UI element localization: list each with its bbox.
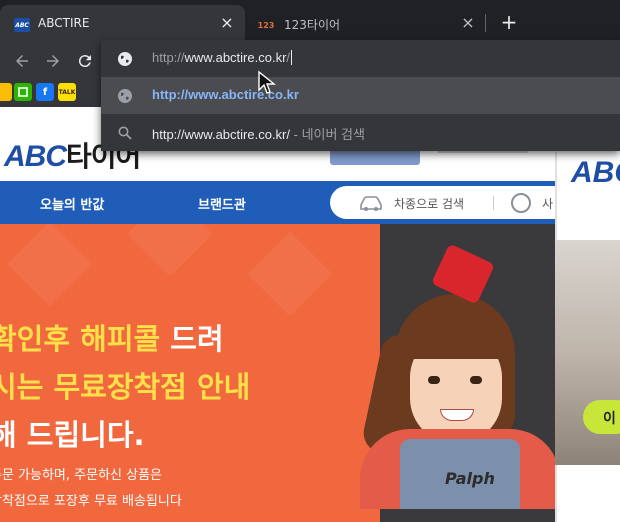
tab-123tire[interactable]: 123 123타이어 ×: [246, 5, 486, 44]
banner-small-1: 주문 가능하며, 주문하신 상품은: [0, 468, 163, 483]
tab-title: ABCTIRE: [38, 16, 90, 30]
suggestion-search[interactable]: http://www.abctire.co.kr/ - 네이버 검색: [101, 114, 620, 151]
banner-pattern: [127, 224, 213, 277]
model-eye: [470, 376, 482, 384]
nav-half-price[interactable]: 오늘의 반값: [40, 194, 104, 213]
123tire-favicon: 123: [257, 20, 275, 30]
tab-strip: ABC ABCTIRE × 123 123타이어 × +: [0, 0, 620, 44]
search-by-size-link[interactable]: 사: [542, 195, 553, 212]
reload-button[interactable]: [73, 49, 97, 73]
bookmark-facebook-icon[interactable]: f: [36, 83, 54, 101]
promo-banner[interactable]: 확인후 해피콜 드려 시는 무료장착점 안내 해 드립니다. 주문 가능하며, …: [0, 224, 555, 522]
model-eye: [428, 376, 440, 384]
side-popup-panel: ABC 이: [555, 152, 620, 522]
back-arrow-icon: [16, 55, 28, 67]
suggestion-url[interactable]: http://www.abctire.co.kr: [101, 77, 620, 114]
search-icon: [118, 126, 132, 140]
mouse-cursor-icon: [258, 70, 276, 94]
omnibox-dropdown: http://www.abctire.co.kr/ http://www.abc…: [101, 40, 620, 151]
bookmarks-bar: f TALK: [0, 77, 101, 107]
banner-pattern: [7, 224, 93, 307]
suggestion-search-text: http://www.abctire.co.kr/ - 네이버 검색: [152, 127, 365, 142]
abctire-favicon: ABC: [14, 18, 30, 32]
close-tab-icon[interactable]: ×: [219, 15, 235, 31]
reload-icon: [78, 55, 91, 68]
tab-divider: [485, 14, 486, 32]
bookmark-icon[interactable]: [0, 83, 12, 101]
forward-arrow-icon: [47, 55, 59, 67]
address-text[interactable]: http://www.abctire.co.kr/: [152, 50, 293, 65]
text-caret: [291, 50, 293, 65]
tab-abctire[interactable]: ABC ABCTIRE ×: [0, 5, 245, 44]
banner-line-1: 확인후 해피콜 드려: [0, 322, 224, 356]
naver-n-icon: [18, 87, 28, 97]
back-button[interactable]: [10, 49, 34, 73]
new-tab-button[interactable]: +: [498, 12, 520, 34]
nav-brand[interactable]: 브랜드관: [198, 194, 246, 213]
bookmark-naver-icon[interactable]: [14, 83, 32, 101]
globe-icon: [118, 89, 132, 103]
tab-title: 123타이어: [284, 18, 341, 32]
logo-en: ABC: [4, 140, 67, 173]
panel-logo: ABC: [571, 156, 620, 189]
forward-button[interactable]: [41, 49, 65, 73]
search-separator: [493, 196, 494, 210]
banner-pattern: [247, 231, 333, 317]
banner-line-2: 시는 무료장착점 안내: [0, 370, 251, 404]
banner-line-3: 해 드립니다.: [0, 418, 145, 452]
bookmark-kakaotalk-icon[interactable]: TALK: [58, 83, 76, 101]
address-bar[interactable]: http://www.abctire.co.kr/: [101, 40, 620, 77]
overall-text: Palph: [445, 469, 495, 488]
web-page: ABC타이어 오늘의 반값 브랜드관 차종으로 검색 사 확인후 해피콜 드려 …: [0, 107, 620, 522]
close-tab-icon[interactable]: ×: [460, 15, 476, 31]
car-icon: [360, 196, 382, 211]
banner-small-2: 장착점으로 포장후 무료 배송됩니다: [0, 494, 182, 509]
search-by-car-link[interactable]: 차종으로 검색: [394, 195, 464, 212]
model-bangs: [402, 314, 506, 359]
site-nav: 오늘의 반값 브랜드관 차종으로 검색 사: [0, 181, 570, 224]
search-pill: 차종으로 검색 사: [330, 186, 570, 219]
panel-button[interactable]: 이: [583, 400, 620, 434]
tire-icon: [511, 193, 531, 213]
globe-icon: [118, 52, 132, 66]
